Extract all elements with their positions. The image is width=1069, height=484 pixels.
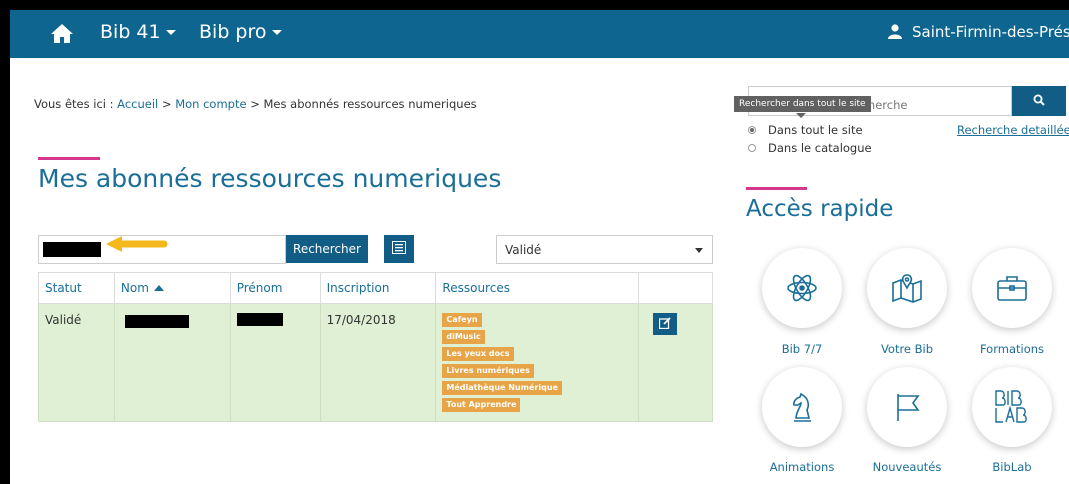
site-search-button[interactable] bbox=[1012, 86, 1066, 116]
resource-tag: Médiathèque Numérique bbox=[442, 381, 562, 395]
edit-icon bbox=[658, 316, 671, 329]
table-row: Validé 17/04/2018 Cafeyn diMusic Les yeu… bbox=[38, 303, 713, 422]
menu-bib41-label: Bib 41 bbox=[100, 21, 161, 43]
breadcrumb: Vous êtes ici : Accueil > Mon compte > M… bbox=[34, 97, 477, 111]
cell-ressources: Cafeyn diMusic Les yeux docs Livres numé… bbox=[435, 303, 640, 422]
redacted-text bbox=[124, 315, 189, 328]
tile-label: Votre Bib bbox=[880, 342, 934, 356]
column-header-label: Statut bbox=[45, 281, 82, 295]
tile-label: Nouveautés bbox=[872, 460, 942, 474]
tile-label: BibLab bbox=[992, 460, 1032, 474]
briefcase-icon bbox=[997, 276, 1027, 301]
breadcrumb-separator: > bbox=[158, 97, 176, 111]
quick-access-accent-bar bbox=[746, 187, 807, 190]
flag-icon bbox=[897, 394, 920, 421]
radio-site[interactable]: Dans tout le site bbox=[748, 123, 863, 137]
column-header-nom[interactable]: Nom bbox=[113, 272, 231, 304]
breadcrumb-separator: > bbox=[246, 97, 264, 111]
home-icon[interactable] bbox=[50, 22, 74, 44]
resource-tag: diMusic bbox=[442, 330, 485, 344]
tile-label: Bib 7/7 bbox=[781, 342, 823, 356]
breadcrumb-prefix: Vous êtes ici : bbox=[34, 97, 118, 111]
cell-prenom bbox=[229, 303, 321, 422]
biblab-logo-icon bbox=[995, 390, 1027, 423]
column-header-label: Ressources bbox=[442, 281, 510, 295]
chess-knight-icon bbox=[793, 392, 811, 422]
breadcrumb-account-link[interactable]: Mon compte bbox=[175, 97, 246, 111]
redacted-text bbox=[236, 313, 283, 326]
radio-catalog-label: Dans le catalogue bbox=[768, 141, 872, 155]
edit-button[interactable] bbox=[653, 313, 678, 335]
user-icon bbox=[888, 24, 902, 39]
menu-bibpro-label: Bib pro bbox=[199, 21, 267, 43]
page-frame: Bib 41 Bib pro Saint-Firmin-des-Prés Vou… bbox=[10, 10, 1069, 484]
column-header-prenom[interactable]: Prénom bbox=[229, 272, 321, 304]
cell-statut: Validé bbox=[38, 303, 115, 422]
column-header-actions bbox=[638, 272, 713, 304]
search-icon bbox=[1033, 94, 1045, 106]
cell-inscription: 17/04/2018 bbox=[319, 303, 437, 422]
column-header-inscription[interactable]: Inscription bbox=[319, 272, 437, 304]
tile-votre-bib[interactable] bbox=[867, 248, 947, 328]
arrow-annotation-icon bbox=[106, 236, 168, 252]
resource-tag: Les yeux docs bbox=[442, 347, 514, 361]
cell-actions bbox=[638, 303, 713, 422]
title-accent-bar bbox=[38, 157, 100, 160]
sort-ascending-icon bbox=[153, 285, 164, 291]
menu-bib41[interactable]: Bib 41 bbox=[100, 21, 176, 43]
redacted-text bbox=[43, 242, 101, 257]
status-select[interactable]: Validé bbox=[496, 235, 713, 264]
column-header-statut[interactable]: Statut bbox=[38, 272, 115, 304]
chevron-down-icon bbox=[165, 30, 176, 35]
page-title: Mes abonnés ressources numeriques bbox=[38, 164, 502, 193]
list-icon bbox=[392, 241, 406, 254]
tile-label: Animations bbox=[769, 460, 835, 474]
column-header-label: Prénom bbox=[236, 281, 283, 295]
advanced-search-link[interactable]: Recherche detaillée bbox=[957, 123, 1069, 137]
radio-unchecked-icon bbox=[748, 144, 756, 152]
tile-formations[interactable] bbox=[972, 248, 1052, 328]
tile-nouveautes[interactable] bbox=[867, 367, 947, 447]
cell-nom bbox=[113, 303, 231, 422]
resource-tag: Livres numériques bbox=[442, 364, 534, 378]
resource-tag: Cafeyn bbox=[442, 313, 482, 327]
column-header-ressources[interactable]: Ressources bbox=[435, 272, 640, 304]
column-header-label: Inscription bbox=[326, 281, 390, 295]
map-pin-icon bbox=[892, 274, 922, 303]
top-navbar: Bib 41 Bib pro Saint-Firmin-des-Prés bbox=[10, 10, 1069, 58]
quick-access-title: Accès rapide bbox=[746, 196, 894, 222]
tile-bib77[interactable] bbox=[762, 248, 842, 328]
breadcrumb-home-link[interactable]: Accueil bbox=[117, 97, 158, 111]
breadcrumb-current: Mes abonnés ressources numeriques bbox=[263, 97, 477, 111]
user-menu[interactable]: Saint-Firmin-des-Prés bbox=[888, 23, 1069, 41]
radio-catalog[interactable]: Dans le catalogue bbox=[748, 141, 872, 155]
user-name: Saint-Firmin-des-Prés bbox=[912, 23, 1069, 41]
subscribers-table: Statut Nom Prénom Inscription Ressources… bbox=[38, 272, 713, 422]
search-tooltip: Rechercher dans tout le site bbox=[734, 96, 871, 118]
resource-tags: Cafeyn diMusic Les yeux docs Livres numé… bbox=[442, 313, 632, 412]
chevron-down-icon bbox=[695, 248, 703, 253]
status-select-value: Validé bbox=[505, 243, 542, 257]
tile-label: Formations bbox=[979, 342, 1045, 356]
radio-site-label: Dans tout le site bbox=[768, 123, 863, 137]
tile-animations[interactable] bbox=[762, 367, 842, 447]
tile-biblab[interactable] bbox=[972, 367, 1052, 447]
resource-tag: Tout Apprendre bbox=[442, 398, 521, 412]
chevron-down-icon bbox=[271, 30, 282, 35]
search-button[interactable]: Rechercher bbox=[286, 235, 368, 263]
column-header-label: Nom bbox=[120, 281, 149, 295]
menu-bibpro[interactable]: Bib pro bbox=[199, 21, 282, 43]
atom-icon bbox=[787, 274, 817, 302]
radio-checked-icon bbox=[748, 126, 756, 134]
list-view-button[interactable] bbox=[384, 235, 414, 263]
table-header-row: Statut Nom Prénom Inscription Ressources bbox=[38, 272, 713, 304]
